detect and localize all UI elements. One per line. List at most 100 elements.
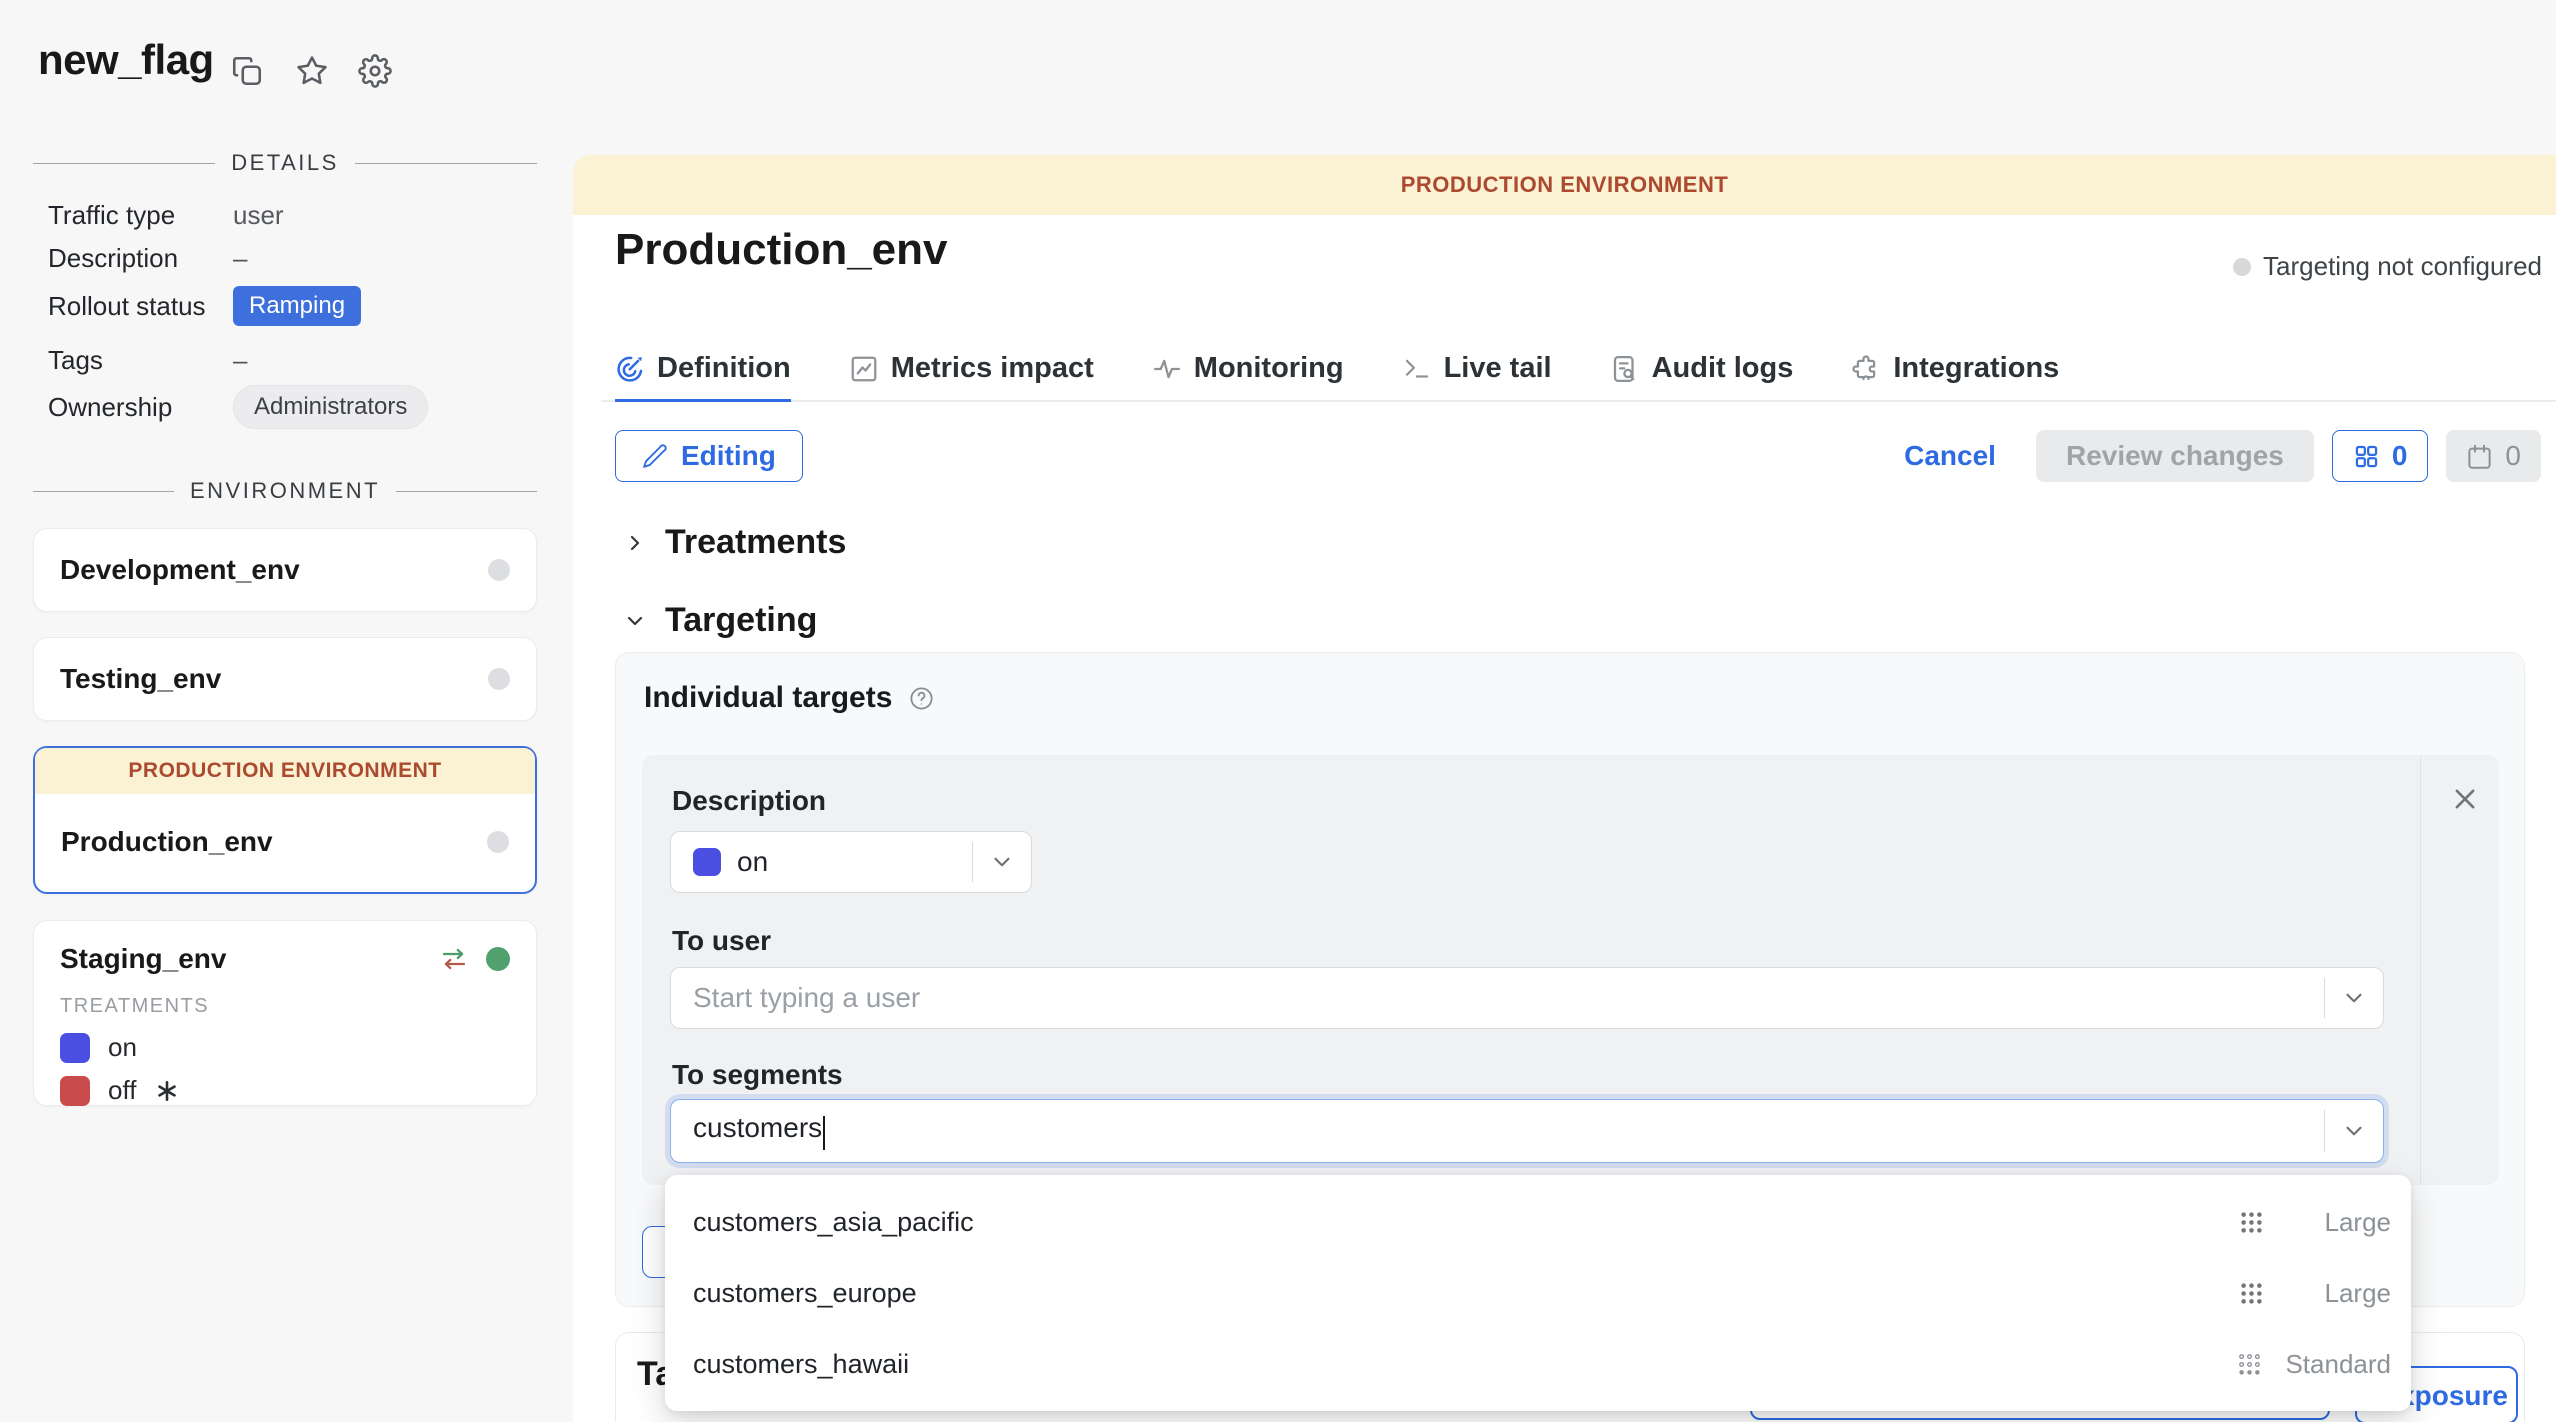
segment-name: customers_asia_pacific	[693, 1207, 2238, 1238]
segment-name: customers_europe	[693, 1278, 2238, 1309]
pencil-icon	[642, 444, 667, 469]
environment-heading: ENVIRONMENT	[190, 478, 380, 504]
changes-counter-button[interactable]: 0	[2332, 430, 2429, 482]
help-icon[interactable]	[908, 685, 935, 712]
rollout-status-badge: Ramping	[233, 286, 361, 326]
segment-size-label: Large	[2287, 1207, 2391, 1238]
individual-targets-heading: Individual targets	[644, 681, 892, 715]
production-env-banner: PRODUCTION ENVIRONMENT	[35, 748, 535, 794]
chevron-down-icon	[623, 609, 647, 633]
env-status-dot	[488, 559, 510, 581]
env-status-dot	[488, 668, 510, 690]
select-divider	[2324, 1110, 2325, 1152]
chevron-down-icon	[2341, 985, 2367, 1011]
detail-row-traffic-type: Traffic type user	[48, 200, 284, 231]
status-text: Targeting not configured	[2263, 251, 2542, 282]
tab-audit-logs[interactable]: Audit logs	[1610, 338, 1794, 402]
treatment-label: on	[108, 1032, 137, 1063]
integrations-icon	[1851, 354, 1881, 384]
scheduled-counter-button[interactable]: 0	[2446, 430, 2541, 482]
detail-row-tags: Tags –	[48, 345, 247, 376]
env-card-staging[interactable]: Staging_env TREATMENTS on off	[33, 920, 537, 1106]
status-dot	[2233, 258, 2251, 276]
tab-label: Audit logs	[1652, 352, 1794, 385]
feature-flag-page: new_flag DETAILS Traffic type user Descr…	[0, 0, 2556, 1422]
detail-label: Tags	[48, 345, 233, 376]
segment-option-europe[interactable]: customers_europe Large	[665, 1258, 2411, 1329]
tab-label: Definition	[657, 352, 791, 385]
individual-targets-header: Individual targets	[644, 681, 935, 715]
to-user-placeholder: Start typing a user	[693, 982, 2324, 1014]
card-rail-divider	[2420, 755, 2421, 1185]
metrics-impact-icon	[849, 354, 879, 384]
copy-icon[interactable]	[230, 54, 264, 88]
toolbar: Editing Cancel Review changes 0 0	[615, 430, 2541, 482]
tab-integrations[interactable]: Integrations	[1851, 338, 2059, 402]
definition-icon	[615, 354, 645, 384]
treatment-select-value: on	[737, 846, 972, 878]
grid-icon	[2353, 443, 2380, 470]
staging-header-row: Staging_env	[60, 943, 510, 975]
close-icon[interactable]	[2451, 785, 2479, 813]
gear-icon[interactable]	[358, 54, 392, 88]
detail-row-ownership: Ownership Administrators	[48, 385, 428, 429]
env-status-dot	[487, 831, 509, 853]
details-heading: DETAILS	[231, 150, 339, 176]
review-changes-button[interactable]: Review changes	[2036, 430, 2314, 482]
text-cursor	[823, 1116, 825, 1150]
segment-option-asia-pacific[interactable]: customers_asia_pacific Large	[665, 1187, 2411, 1258]
divider	[396, 491, 537, 492]
individual-target-card: Description on To user Start typing a us…	[642, 755, 2499, 1185]
to-user-input[interactable]: Start typing a user	[670, 967, 2384, 1029]
env-card-development[interactable]: Development_env	[33, 528, 537, 612]
env-card-production-row: Production_env	[35, 794, 535, 890]
editing-label: Editing	[681, 440, 776, 472]
treatment-row-on: on	[60, 1032, 510, 1063]
tab-bar: Definition Metrics impact Monitoring Liv…	[601, 338, 2556, 402]
targeting-section-toggle[interactable]: Targeting	[623, 601, 817, 640]
sync-arrows-icon	[438, 944, 470, 974]
editing-button[interactable]: Editing	[615, 430, 803, 482]
detail-row-rollout-status: Rollout status Ramping	[48, 286, 361, 326]
targeting-status: Targeting not configured	[2233, 251, 2542, 282]
env-name: Testing_env	[60, 663, 488, 695]
segment-name: customers_hawaii	[693, 1349, 2236, 1380]
divider	[355, 163, 537, 164]
star-icon[interactable]	[295, 54, 329, 88]
chevron-right-icon	[623, 531, 647, 555]
segment-option-hawaii[interactable]: customers_hawaii Standard	[665, 1329, 2411, 1400]
calendar-icon	[2466, 443, 2493, 470]
ownership-chip[interactable]: Administrators	[233, 385, 428, 429]
segment-size-label: Standard	[2285, 1349, 2391, 1380]
treatment-label: off	[108, 1075, 136, 1106]
details-section-header: DETAILS	[33, 150, 537, 176]
env-name: Production_env	[61, 826, 487, 858]
monitoring-icon	[1152, 354, 1182, 384]
detail-label: Ownership	[48, 392, 233, 423]
tab-metrics-impact[interactable]: Metrics impact	[849, 338, 1094, 402]
flag-title: new_flag	[38, 36, 214, 84]
large-segment-icon	[2238, 1280, 2265, 1307]
select-divider	[2324, 978, 2325, 1018]
tab-monitoring[interactable]: Monitoring	[1152, 338, 1344, 402]
env-card-testing[interactable]: Testing_env	[33, 637, 537, 721]
tab-label: Metrics impact	[891, 352, 1094, 385]
exposure-button-label-partial: xposure	[2399, 1380, 2508, 1412]
env-card-production[interactable]: PRODUCTION ENVIRONMENT Production_env	[33, 746, 537, 894]
divider	[33, 491, 174, 492]
tab-definition[interactable]: Definition	[615, 338, 791, 402]
tab-live-tail[interactable]: Live tail	[1402, 338, 1552, 402]
detail-value: user	[233, 200, 284, 231]
detail-value: –	[233, 345, 247, 376]
treatment-select[interactable]: on	[670, 831, 1032, 893]
page-title: Production_env	[615, 225, 948, 275]
default-treatment-asterisk-icon	[154, 1078, 180, 1104]
treatment-row-off: off	[60, 1075, 510, 1106]
treatments-section-toggle[interactable]: Treatments	[623, 523, 846, 562]
cancel-button[interactable]: Cancel	[1904, 440, 1996, 472]
treatment-color-swatch-off	[60, 1076, 90, 1106]
to-segments-input[interactable]: customers	[670, 1099, 2384, 1163]
tab-label: Live tail	[1444, 352, 1552, 385]
environment-section-header: ENVIRONMENT	[33, 478, 537, 504]
detail-label: Description	[48, 243, 233, 274]
